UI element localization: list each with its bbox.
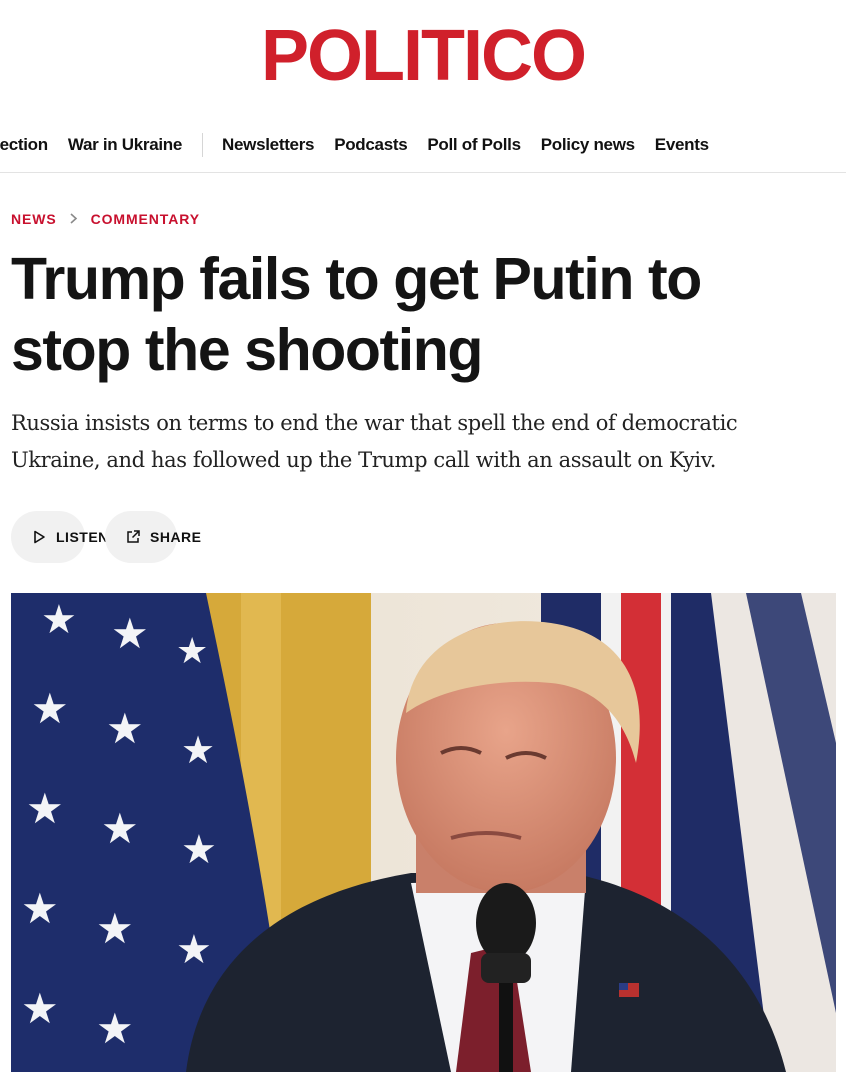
svg-text:★: ★ [181, 728, 215, 772]
nav-items: election War in Ukraine Newsletters Podc… [0, 118, 729, 172]
nav-item-events[interactable]: Events [655, 135, 709, 155]
svg-text:★: ★ [176, 631, 208, 672]
nav-divider [202, 133, 204, 157]
listen-button[interactable]: LISTEN [11, 511, 108, 563]
article-page: POLITICO election War in Ukraine Newslet… [0, 0, 846, 1072]
svg-text:★: ★ [26, 784, 64, 833]
top-nav: election War in Ukraine Newsletters Podc… [0, 118, 846, 173]
article-dek: Russia insists on terms to end the war t… [11, 411, 738, 472]
svg-text:★: ★ [21, 984, 59, 1033]
share-button[interactable]: SHARE [105, 511, 201, 563]
breadcrumb: NEWS COMMENTARY [11, 211, 200, 227]
listen-label: LISTEN [56, 529, 109, 545]
breadcrumb-commentary[interactable]: COMMENTARY [91, 211, 200, 227]
politico-logo[interactable]: POLITICO [261, 14, 587, 98]
share-label: SHARE [150, 529, 202, 545]
svg-text:★: ★ [176, 927, 212, 973]
play-icon [31, 529, 47, 545]
svg-text:★: ★ [106, 704, 144, 753]
svg-text:★: ★ [111, 609, 149, 658]
svg-text:★: ★ [101, 804, 139, 853]
hero-image: ★ ★ ★ ★ ★ ★ ★ ★ ★ ★ ★ ★ ★ ★ [11, 593, 836, 1072]
article-headline: Trump fails to get Putin to stop the sho… [11, 246, 702, 383]
svg-text:★: ★ [31, 684, 69, 733]
nav-item-newsletters[interactable]: Newsletters [222, 135, 314, 155]
nav-item-policy-news[interactable]: Policy news [541, 135, 635, 155]
nav-item-poll-of-polls[interactable]: Poll of Polls [427, 135, 521, 155]
nav-item-election[interactable]: election [0, 135, 48, 155]
nav-item-podcasts[interactable]: Podcasts [334, 135, 407, 155]
svg-text:★: ★ [181, 827, 217, 873]
breadcrumb-news[interactable]: NEWS [11, 211, 57, 227]
svg-text:★: ★ [96, 904, 134, 953]
nav-item-war-in-ukraine[interactable]: War in Ukraine [68, 135, 183, 155]
article-actions: LISTEN SHARE [11, 511, 201, 563]
svg-text:★: ★ [96, 1004, 134, 1053]
svg-text:★: ★ [41, 597, 77, 643]
chevron-right-icon [66, 212, 82, 227]
hero-photo-illustration: ★ ★ ★ ★ ★ ★ ★ ★ ★ ★ ★ ★ ★ ★ [11, 593, 836, 1072]
svg-text:★: ★ [21, 884, 59, 933]
share-external-icon [125, 529, 141, 545]
masthead: POLITICO [0, 0, 846, 118]
